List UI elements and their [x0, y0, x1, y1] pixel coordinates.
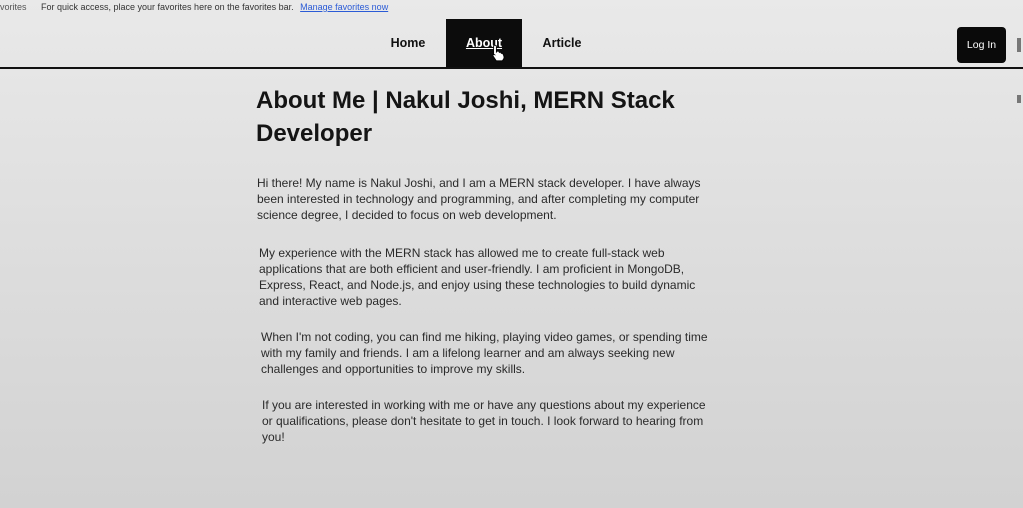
about-paragraph-intro: Hi there! My name is Nakul Joshi, and I …	[257, 176, 701, 222]
login-button[interactable]: Log In	[957, 27, 1006, 63]
top-navbar: Home About Article	[0, 18, 1023, 69]
nav-about-link[interactable]: About	[446, 19, 522, 67]
favorites-label[interactable]: vorites	[0, 0, 27, 14]
favorites-message: For quick access, place your favorites h…	[41, 0, 388, 14]
window-edge-mark	[1017, 38, 1021, 52]
nav-home-link[interactable]: Home	[375, 19, 441, 67]
page-title: About Me | Nakul Joshi, MERN Stack Devel…	[256, 87, 675, 147]
about-paragraph-hobbies: When I'm not coding, you can find me hik…	[261, 330, 708, 376]
favorites-message-text: For quick access, place your favorites h…	[41, 2, 294, 12]
about-paragraph-experience: My experience with the MERN stack has al…	[259, 246, 696, 308]
nav-article-link[interactable]: Article	[527, 19, 597, 67]
hand-pointer-icon	[492, 44, 505, 62]
favorites-bar: vorites For quick access, place your fav…	[0, 0, 1023, 16]
about-paragraph-contact: If you are interested in working with me…	[262, 398, 706, 444]
manage-favorites-link[interactable]: Manage favorites now	[300, 2, 388, 12]
window-edge-mark	[1017, 95, 1021, 103]
